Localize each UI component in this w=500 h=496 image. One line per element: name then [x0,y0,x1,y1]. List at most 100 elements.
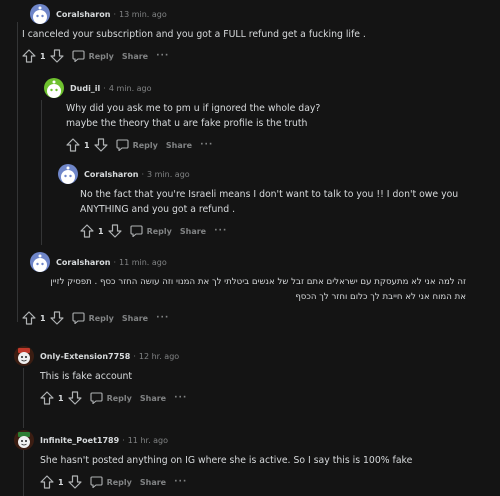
reply-label: Reply [106,477,132,487]
share-label: Share [179,226,207,236]
username[interactable]: Dudi_il [70,84,100,93]
share-button[interactable]: Share [140,478,166,487]
downvote-icon[interactable] [49,311,64,325]
share-label: Share [139,477,167,487]
reply-label: Reply [106,393,132,403]
timestamp[interactable]: 4 min. ago [109,84,152,93]
comment-actions: 1 Reply Share ··· [66,137,484,153]
snoo-face-icon [33,254,47,272]
comment-actions: 1 Reply Share ··· [40,390,484,406]
comment-actions: 1 Reply Share ··· [40,474,490,490]
vote-controls: 1 [80,224,122,238]
share-button[interactable]: Share [122,314,148,323]
comment-text: This is fake account [40,371,133,382]
avatar[interactable] [30,4,50,24]
separator-dot: · [113,257,116,267]
comment-actions: 1 Reply Share ··· [80,223,488,239]
speech-bubble-icon [116,139,129,151]
more-options-button[interactable]: ··· [156,313,169,323]
snoo-face-icon [33,6,47,24]
thread-line[interactable] [41,100,42,245]
comment-header: Infinite_Poet1789 · 11 hr. ago [14,430,490,450]
avatar[interactable] [30,252,50,272]
reply-button[interactable]: Reply [72,50,114,62]
more-options-button[interactable]: ··· [174,393,187,403]
reply-label: Reply [88,51,114,61]
username[interactable]: Infinite_Poet1789 [40,436,119,445]
vote-count: 1 [98,226,104,236]
comment: Coralsharon · 11 min. ago זה למה אני לא … [22,252,492,326]
timestamp[interactable]: 3 min. ago [147,170,190,179]
downvote-icon[interactable] [67,475,82,489]
vote-controls: 1 [66,138,108,152]
vote-count: 1 [58,477,64,487]
snoo-face-icon [61,166,75,184]
avatar[interactable] [44,78,64,98]
vote-controls: 1 [22,311,64,325]
comment-text: She hasn't posted anything on IG where s… [40,455,413,466]
upvote-icon[interactable] [22,311,36,325]
share-label: Share [121,51,149,61]
thread-line[interactable] [17,22,18,322]
upvote-icon[interactable] [40,391,54,405]
timestamp[interactable]: 11 min. ago [119,258,167,267]
snoo-character-icon [18,348,30,364]
more-options-button[interactable]: ··· [200,140,213,150]
vote-controls: 1 [22,49,64,63]
username[interactable]: Only-Extension7758 [40,352,130,361]
share-button[interactable]: Share [122,52,148,61]
comment-actions: 1 Reply Share ··· [22,310,492,326]
more-options-button[interactable]: ··· [214,226,227,236]
comment-header: Coralsharon · 13 min. ago [30,4,490,24]
vote-count: 1 [40,313,46,323]
downvote-icon[interactable] [93,138,108,152]
comment-header: Coralsharon · 11 min. ago [30,252,492,272]
username[interactable]: Coralsharon [84,170,138,179]
share-label: Share [165,140,193,150]
share-button[interactable]: Share [166,141,192,150]
speech-bubble-icon [90,476,103,488]
separator-dot: · [141,169,144,179]
upvote-icon[interactable] [22,49,36,63]
timestamp[interactable]: 12 hr. ago [139,352,179,361]
separator-dot: · [133,351,136,361]
speech-bubble-icon [130,225,143,237]
comment: Coralsharon · 13 min. ago I canceled you… [22,4,490,64]
reply-button[interactable]: Reply [116,139,158,151]
share-button[interactable]: Share [180,227,206,236]
avatar[interactable] [14,430,34,450]
username[interactable]: Coralsharon [56,10,110,19]
upvote-icon[interactable] [66,138,80,152]
downvote-icon[interactable] [67,391,82,405]
reply-button[interactable]: Reply [130,225,172,237]
share-button[interactable]: Share [140,394,166,403]
speech-bubble-icon [72,312,85,324]
comment: Coralsharon · 3 min. ago No the fact tha… [58,164,488,239]
comment-thread: Coralsharon · 13 min. ago I canceled you… [0,0,500,496]
avatar[interactable] [58,164,78,184]
timestamp[interactable]: 13 min. ago [119,10,167,19]
comment-text: No the fact that you're Israeli means I … [80,189,459,215]
speech-bubble-icon [72,50,85,62]
more-options-button[interactable]: ··· [156,51,169,61]
timestamp[interactable]: 11 hr. ago [128,436,168,445]
vote-controls: 1 [40,475,82,489]
comment-header: Coralsharon · 3 min. ago [58,164,488,184]
vote-count: 1 [84,140,90,150]
reply-button[interactable]: Reply [90,392,132,404]
upvote-icon[interactable] [40,475,54,489]
avatar[interactable] [14,346,34,366]
more-options-button[interactable]: ··· [174,477,187,487]
downvote-icon[interactable] [49,49,64,63]
comment-actions: 1 Reply Share ··· [22,48,490,64]
reply-button[interactable]: Reply [72,312,114,324]
comment: Dudi_il · 4 min. ago Why did you ask me … [44,78,484,153]
snoo-face-icon [47,80,61,98]
separator-dot: · [122,435,125,445]
reply-label: Reply [146,226,172,236]
comment-text: I canceled your subscription and you got… [22,29,366,40]
username[interactable]: Coralsharon [56,258,110,267]
upvote-icon[interactable] [80,224,94,238]
reply-button[interactable]: Reply [90,476,132,488]
downvote-icon[interactable] [107,224,122,238]
